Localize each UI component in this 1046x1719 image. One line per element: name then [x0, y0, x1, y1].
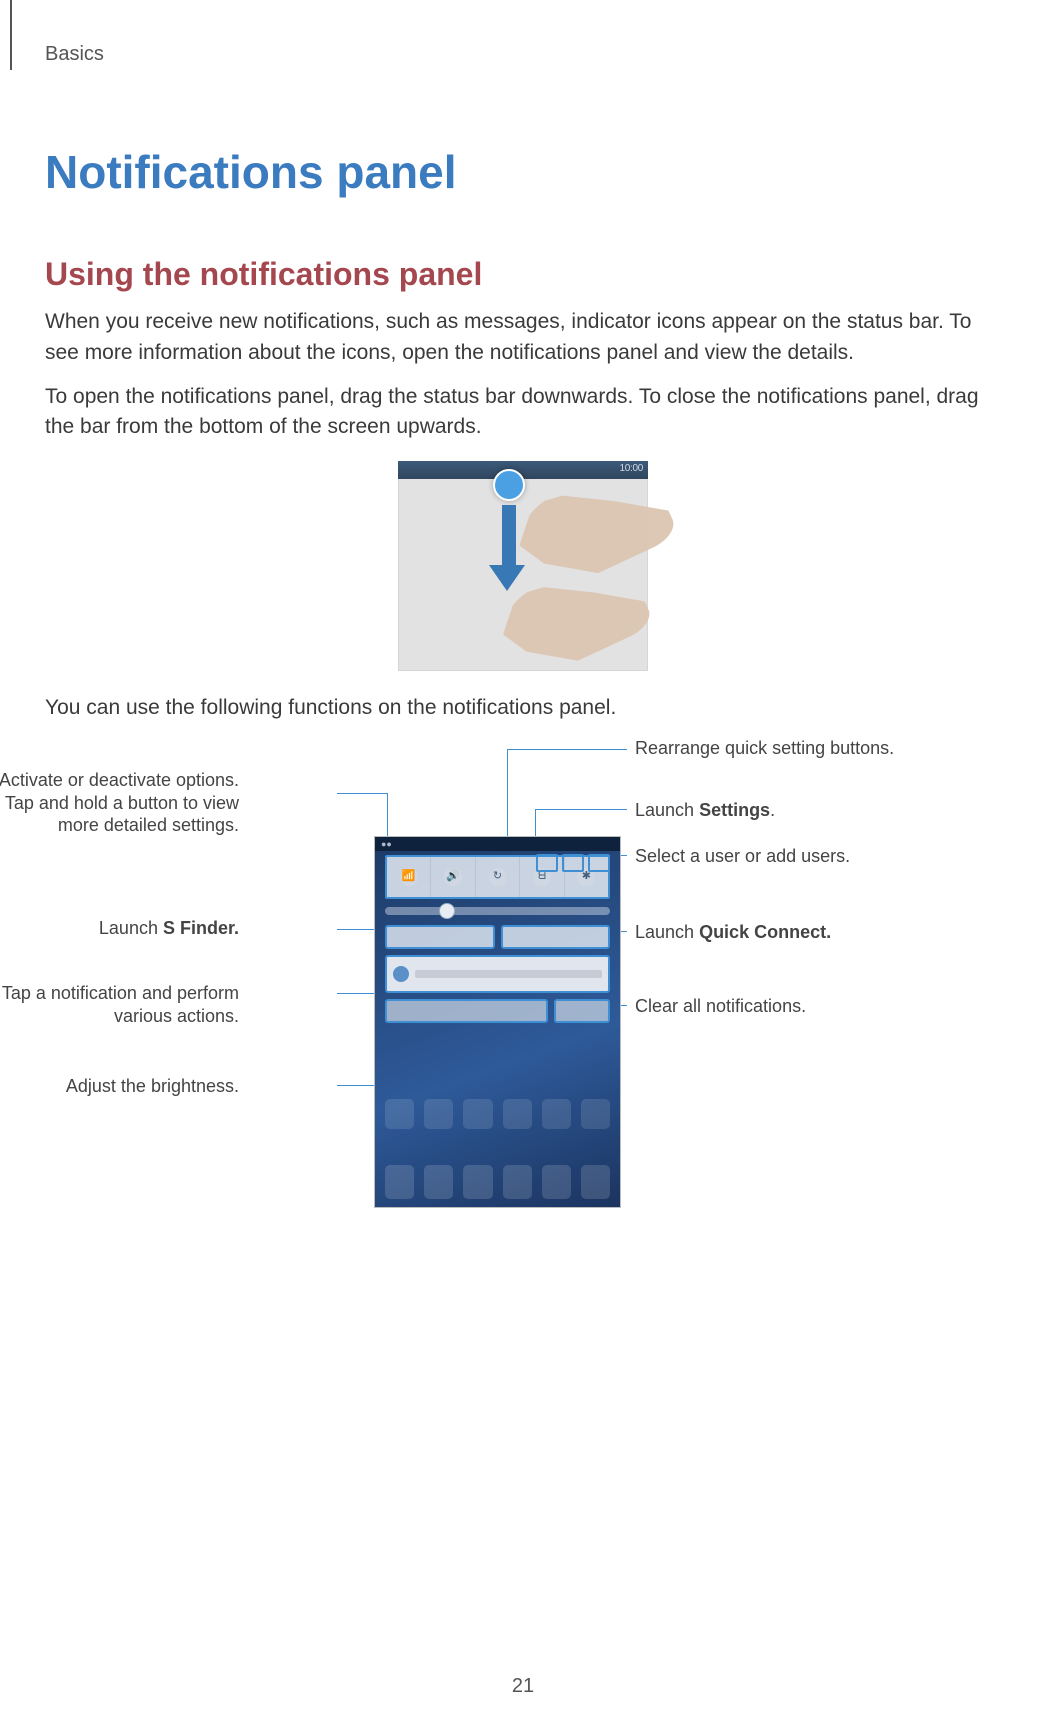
callout-sfinder: Launch S Finder. — [99, 917, 239, 940]
swipe-gesture-figure: 10:00 — [398, 461, 648, 671]
callout-quick-toggle: Activate or deactivate options. Tap and … — [0, 769, 239, 837]
touch-point-icon — [493, 469, 525, 501]
callout-rearrange: Rearrange quick setting buttons. — [635, 737, 895, 760]
section-heading: Using the notifications panel — [45, 251, 1001, 297]
callout-quick-connect: Launch Quick Connect. — [635, 921, 831, 944]
settings-gear-icon — [562, 854, 584, 872]
callout-notification-action: Tap a notification and perform various a… — [0, 982, 239, 1027]
sfinder-button — [385, 925, 495, 949]
chapter-label: Basics — [45, 40, 1001, 69]
edit-quick-icon — [536, 854, 558, 872]
callout-brightness: Adjust the brightness. — [66, 1075, 239, 1098]
status-time: 10:00 — [619, 462, 643, 477]
page-number: 21 — [0, 1672, 1046, 1701]
paragraph-functions: You can use the following functions on t… — [45, 693, 1001, 723]
notif-footer-label — [385, 999, 548, 1023]
clear-button — [554, 999, 610, 1023]
swipe-down-arrow-icon — [500, 505, 518, 590]
page-title: Notifications panel — [45, 139, 1001, 206]
paragraph-intro: When you receive new notifications, such… — [45, 307, 1001, 368]
callout-users: Select a user or add users. — [635, 845, 850, 868]
user-icon — [588, 854, 610, 872]
notification-card — [385, 955, 610, 993]
callout-clear: Clear all notifications. — [635, 995, 806, 1018]
paragraph-open-close: To open the notifications panel, drag th… — [45, 382, 1001, 443]
quick-connect-button — [501, 925, 611, 949]
brightness-slider — [385, 907, 610, 915]
phone-mockup: ●● 📶 🔊 ↻ ᗺ ✱ — [375, 837, 620, 1207]
callout-settings: Launch Settings. — [635, 799, 775, 822]
notifications-panel-diagram: Activate or deactivate options. Tap and … — [45, 737, 1001, 1257]
